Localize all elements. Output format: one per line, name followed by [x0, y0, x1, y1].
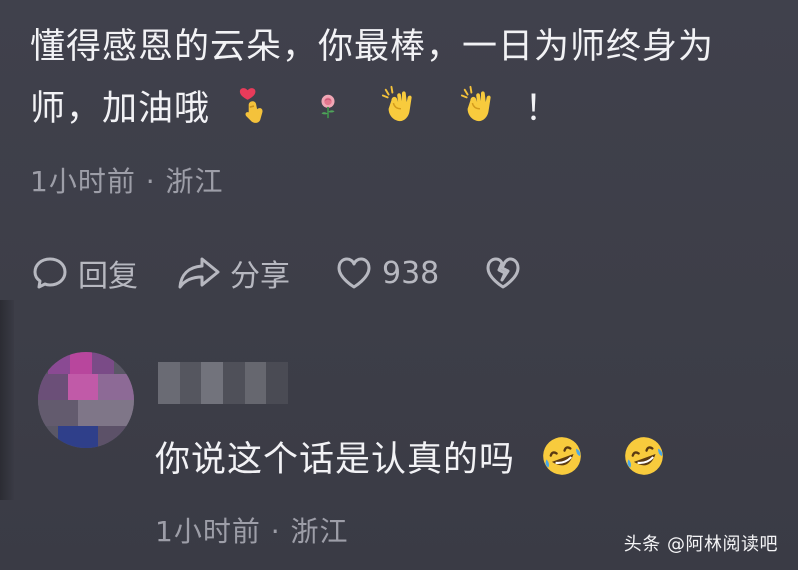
comment-actions: 回复 分享 938: [30, 248, 523, 298]
left-edge-strip: [0, 300, 14, 500]
clapping-hands-icon: [460, 85, 491, 122]
comment-line-1: 懂得感恩的云朵，你最棒，一日为师终身为: [30, 27, 715, 67]
dislike-button[interactable]: [483, 253, 523, 293]
comment-meta: 1小时前 · 浙江: [30, 165, 224, 198]
reply-button[interactable]: 回复: [30, 251, 138, 295]
rolling-laughing-icon: [543, 437, 581, 475]
like-button[interactable]: 938: [334, 253, 439, 293]
watermark: 头条 @阿林阅读吧: [623, 534, 778, 555]
like-count: 938: [382, 255, 440, 291]
reply-label: 回复: [78, 259, 138, 294]
reply-text: 你说这个话是认真的吗: [155, 440, 516, 480]
comment-screen: 懂得感恩的云朵，你最棒，一日为师终身为 师，加油哦 ！ 1小时前 · 浙江 回复…: [0, 0, 798, 570]
username-blurred[interactable]: [158, 362, 289, 404]
reply-body: 你说这个话是认真的吗: [155, 432, 679, 488]
share-arrow-icon: [178, 257, 220, 289]
comment-line-2: 师，加油哦: [30, 89, 211, 129]
rose-icon: [321, 94, 335, 119]
comment-exclamation: ！: [524, 89, 561, 129]
kiss-finger-heart-icon: [240, 88, 263, 123]
share-label: 分享: [230, 259, 290, 294]
heart-outline-icon: [337, 257, 371, 289]
reply-bubble-icon: [33, 257, 67, 289]
clapping-hands-icon: [382, 85, 413, 122]
comment-body: 懂得感恩的云朵，你最棒，一日为师终身为 师，加油哦 ！: [30, 16, 780, 140]
broken-heart-icon: [486, 257, 520, 289]
reply-meta: 1小时前 · 浙江: [155, 515, 349, 548]
rolling-laughing-icon: [625, 437, 664, 475]
avatar[interactable]: [38, 352, 134, 448]
share-button[interactable]: 分享: [176, 251, 290, 295]
